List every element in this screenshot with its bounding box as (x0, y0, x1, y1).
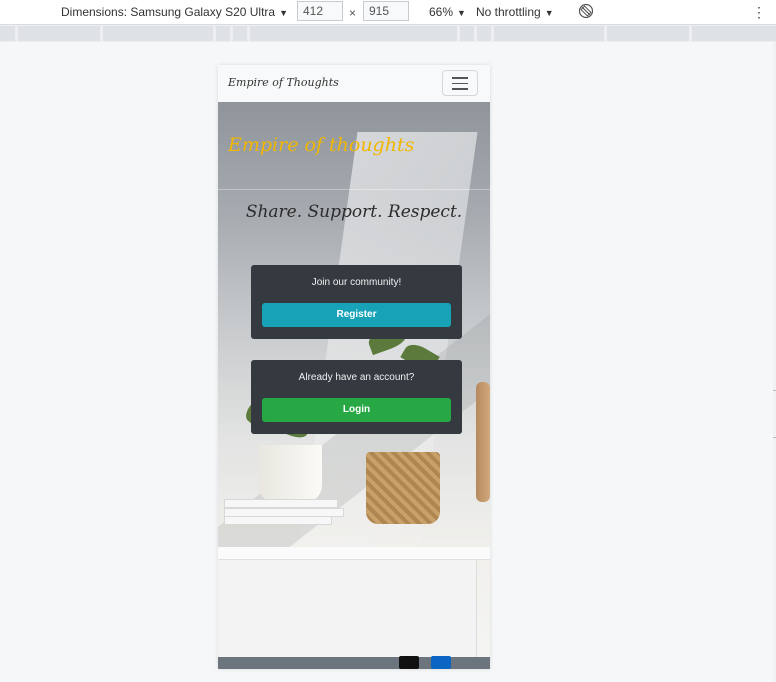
linkedin-icon[interactable] (431, 656, 451, 669)
navbar: Empire of Thoughts (218, 65, 490, 103)
ruler-segment[interactable] (0, 26, 15, 41)
device-dimensions-dropdown[interactable]: Dimensions: Samsung Galaxy S20 Ultra ▼ (61, 5, 288, 19)
device-dimensions-label: Dimensions: Samsung Galaxy S20 Ultra (61, 5, 276, 19)
media-query-ruler (0, 25, 776, 42)
hamburger-icon (452, 77, 468, 79)
background-table (218, 547, 490, 560)
dropdown-arrow-icon: ▼ (457, 8, 466, 18)
background-book (224, 499, 338, 508)
zoom-label: 66% (429, 5, 454, 19)
width-input[interactable]: 412 (297, 1, 343, 21)
login-prompt: Already have an account? (298, 372, 415, 383)
hero-title: Empire of thoughts (228, 134, 415, 156)
twitter-icon[interactable] (399, 656, 419, 669)
ruler-segment[interactable] (233, 26, 247, 41)
hamburger-icon (452, 82, 468, 84)
background-wood-hand (476, 382, 490, 502)
hero-divider (218, 189, 490, 190)
hero-tagline: Share. Support. Respect. (245, 202, 463, 222)
device-viewport: Empire of Thoughts Empire of thoughts Sh… (218, 65, 490, 669)
navbar-brand[interactable]: Empire of Thoughts (228, 76, 339, 89)
throttling-label: No throttling (476, 5, 541, 19)
footer (218, 656, 490, 669)
more-options-icon[interactable]: ⋮ (752, 3, 766, 21)
background-basket-pot (366, 452, 440, 524)
ruler-segment[interactable] (216, 26, 230, 41)
zoom-dropdown[interactable]: 66% ▼ (429, 5, 466, 19)
background-book (224, 516, 332, 525)
dropdown-arrow-icon: ▼ (544, 8, 554, 18)
times-separator: × (349, 6, 357, 20)
ruler-segment[interactable] (460, 26, 474, 41)
login-card: Already have an account? Login (251, 360, 462, 434)
dropdown-arrow-icon: ▼ (279, 8, 289, 18)
register-button[interactable]: Register (262, 303, 451, 327)
ruler-segment[interactable] (103, 26, 213, 41)
register-card: Join our community! Register (251, 265, 462, 339)
ruler-segment[interactable] (250, 26, 457, 41)
ruler-segment[interactable] (494, 26, 604, 41)
navbar-toggle-button[interactable] (442, 70, 478, 96)
device-toolbar: Dimensions: Samsung Galaxy S20 Ultra ▼ 41… (0, 0, 776, 25)
login-button[interactable]: Login (262, 398, 451, 422)
background-books (224, 495, 344, 525)
ruler-segment[interactable] (607, 26, 689, 41)
height-input[interactable]: 915 (363, 1, 409, 21)
ruler-segment[interactable] (18, 26, 100, 41)
ruler-segment[interactable] (477, 26, 491, 41)
hamburger-icon (452, 88, 468, 90)
throttling-dropdown[interactable]: No throttling ▼ (476, 5, 554, 19)
ruler-segment[interactable] (692, 26, 776, 41)
rotate-icon[interactable] (578, 3, 594, 19)
background-cabinet (218, 560, 477, 668)
hero-section: Empire of thoughts Share. Support. Respe… (218, 102, 490, 669)
register-prompt: Join our community! (311, 277, 402, 288)
